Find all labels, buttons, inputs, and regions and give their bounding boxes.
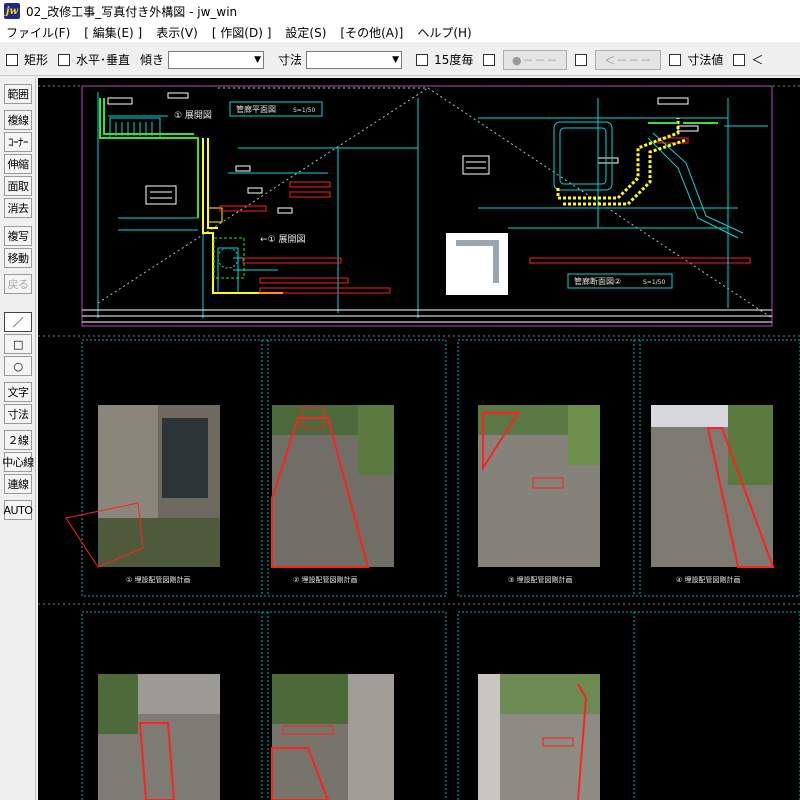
tool-corner[interactable]: ｺｰﾅｰ: [4, 132, 32, 152]
tool-centerline[interactable]: 中心線: [2, 452, 34, 472]
tool-circle[interactable]: ○: [4, 356, 32, 376]
menu-file[interactable]: ファイル(F): [6, 24, 70, 41]
site-photo-3: [478, 405, 600, 567]
tilt-label: 傾き: [140, 53, 165, 67]
toolbar: 矩形 水平･垂直 傾き ▼ 寸法 ▼ 15度毎 ●－－－ ＜－－－ 寸法値 ＜: [0, 44, 800, 76]
tool-text[interactable]: 文字: [4, 382, 32, 402]
photo-caption-2: ② 埋設配管図剛計画: [293, 575, 358, 584]
tool-offset[interactable]: 複線: [4, 110, 32, 130]
tool-auto[interactable]: AUTO: [4, 500, 33, 520]
chevron-down-icon: ▼: [254, 54, 262, 65]
menu-settings[interactable]: 設定(S): [285, 24, 326, 41]
site-photo-4: [651, 405, 775, 568]
tool-chamfer[interactable]: 面取: [4, 176, 32, 196]
site-photo-6: [271, 674, 394, 800]
tool-range[interactable]: 範囲: [4, 84, 32, 104]
tool-extend[interactable]: 伸縮: [4, 154, 32, 174]
plan-label-2: ←① 展開図: [260, 234, 305, 245]
plan-title: 管廊平面図: [236, 104, 276, 114]
site-photo-2: [271, 405, 394, 568]
tool-double-line[interactable]: ２線: [4, 430, 32, 450]
tool-polyline[interactable]: 連線: [4, 474, 32, 494]
photo-caption-1: ① 埋設配管図剛計画: [126, 575, 191, 584]
drawing-canvas[interactable]: 管廊平面図 S=1/50 ① 展開図 ←① 展開図 管廊断面図② S=1/50: [38, 78, 800, 800]
section-title: 管廊断面図②: [574, 276, 621, 286]
sheet-bottom-strip: [82, 309, 772, 323]
tool-dimension[interactable]: 寸法: [4, 404, 32, 424]
arrow-button[interactable]: ＜－－－: [595, 49, 662, 70]
section-pipes: [556, 118, 687, 206]
dim-label: 寸法: [278, 53, 303, 67]
tool-line[interactable]: ／: [4, 312, 32, 332]
deg15-checkbox[interactable]: 15度毎: [416, 51, 473, 68]
menu-bar: ファイル(F) [ 編集(E) ] 表示(V) [ 作図(D) ] 設定(S) …: [0, 22, 800, 42]
site-photo-5: [98, 674, 220, 800]
cad-drawing: 管廊平面図 S=1/50 ① 展開図 ←① 展開図 管廊断面図② S=1/50: [38, 85, 800, 800]
plan-label: ① 展開図: [174, 110, 212, 121]
arrow-checkbox[interactable]: [575, 53, 593, 66]
plan-scale: S=1/50: [293, 107, 315, 114]
menu-view[interactable]: 表示(V): [156, 24, 198, 41]
tool-undo[interactable]: 戻る: [4, 274, 32, 294]
chevron-down-icon: ▼: [392, 54, 400, 65]
hv-checkbox[interactable]: 水平･垂直: [58, 51, 130, 68]
guide-line: [97, 87, 429, 304]
tool-erase[interactable]: 消去: [4, 198, 32, 218]
title-bar: jw 02_改修工事_写真付き外構図 - jw_win: [0, 0, 800, 22]
rect-checkbox[interactable]: 矩形: [6, 51, 48, 68]
dim-combo[interactable]: ▼: [306, 50, 403, 69]
section-scale: S=1/50: [643, 279, 665, 286]
photo-caption-3: ③ 埋設配管図剛計画: [508, 575, 573, 584]
line-pattern-button[interactable]: ●－－－: [503, 49, 568, 70]
menu-edit[interactable]: [ 編集(E) ]: [84, 24, 142, 41]
menu-other[interactable]: [その他(A)]: [340, 24, 403, 41]
tool-copy[interactable]: 複写: [4, 226, 32, 246]
app-icon: jw: [4, 3, 20, 19]
window-title: 02_改修工事_写真付き外構図 - jw_win: [26, 4, 238, 19]
tilt-combo[interactable]: ▼: [168, 50, 265, 69]
photo-caption-4: ④ 埋設配管図剛計画: [676, 575, 741, 584]
site-photo-7: [478, 674, 600, 800]
tool-palette: 範囲 複線 ｺｰﾅｰ 伸縮 面取 消去 複写 移動 戻る ／ □ ○ 文字 寸法…: [0, 78, 36, 800]
tool-move[interactable]: 移動: [4, 248, 32, 268]
menu-draw[interactable]: [ 作図(D) ]: [212, 24, 272, 41]
site-photo-1: [65, 405, 220, 568]
menu-help[interactable]: ヘルプ(H): [417, 24, 471, 41]
tool-rect[interactable]: □: [4, 334, 32, 354]
lt-checkbox[interactable]: ＜: [733, 51, 763, 68]
dimval-checkbox[interactable]: 寸法値: [669, 51, 723, 68]
pattern-checkbox[interactable]: [483, 53, 501, 66]
